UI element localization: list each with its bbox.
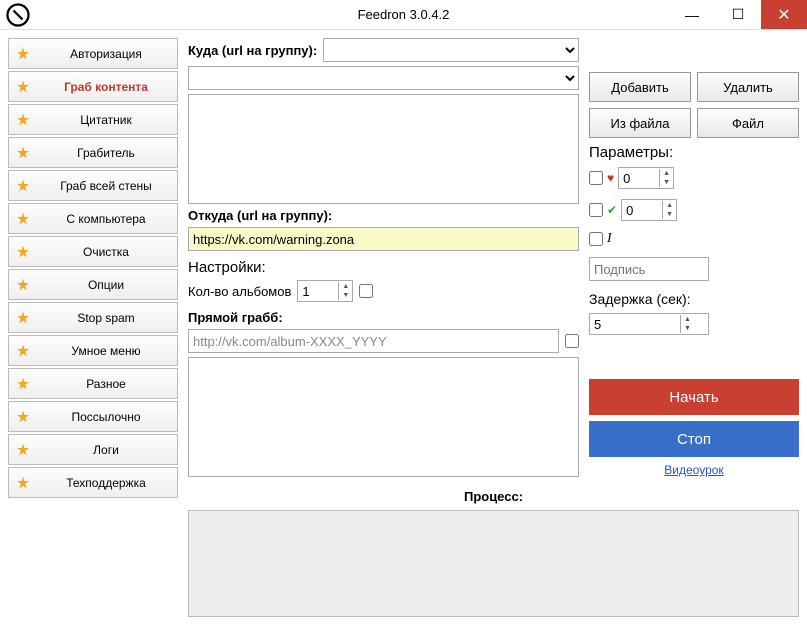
sidebar-item-10[interactable]: Разное: [8, 368, 178, 399]
delete-button[interactable]: Удалить: [697, 72, 799, 102]
sidebar-item-1[interactable]: Граб контента: [8, 71, 178, 102]
maximize-button[interactable]: ☐: [715, 0, 761, 29]
fromfile-button[interactable]: Из файла: [589, 108, 691, 138]
check-value[interactable]: [622, 200, 662, 220]
grab-list[interactable]: [188, 357, 579, 477]
sidebar-item-6[interactable]: Очистка: [8, 236, 178, 267]
delay-value[interactable]: [590, 314, 680, 334]
check-spinner[interactable]: ▲▼: [621, 199, 677, 221]
star-icon: [15, 310, 31, 326]
kuda-select-2[interactable]: [188, 66, 579, 90]
file-button[interactable]: Файл: [697, 108, 799, 138]
add-button[interactable]: Добавить: [589, 72, 691, 102]
italic-icon: I: [607, 231, 612, 247]
sidebar-item-8[interactable]: Stop spam: [8, 302, 178, 333]
direct-grab-label: Прямой грабб:: [188, 310, 579, 325]
italic-checkbox[interactable]: [589, 232, 603, 246]
star-icon: [15, 244, 31, 260]
window-title: Feedron 3.0.4.2: [358, 7, 450, 22]
spinner-up-icon[interactable]: ▲: [681, 315, 694, 324]
direct-grab-checkbox[interactable]: [565, 334, 579, 348]
close-button[interactable]: ✕: [761, 0, 807, 29]
spinner-up-icon[interactable]: ▲: [660, 169, 673, 178]
sidebar-item-label: Опции: [41, 278, 171, 292]
heart-checkbox[interactable]: [589, 171, 603, 185]
star-icon: [15, 343, 31, 359]
spinner-up-icon[interactable]: ▲: [339, 282, 352, 291]
delay-label: Задержка (сек):: [589, 291, 799, 307]
sidebar-item-0[interactable]: Авторизация: [8, 38, 178, 69]
sidebar-item-3[interactable]: Грабитель: [8, 137, 178, 168]
sidebar-item-label: Граб всей стены: [41, 179, 171, 193]
sidebar-item-11[interactable]: Поссылочно: [8, 401, 178, 432]
star-icon: [15, 475, 31, 491]
progress-bar: [188, 510, 799, 617]
kuda-list[interactable]: [188, 94, 579, 204]
sidebar-item-label: Цитатник: [41, 113, 171, 127]
check-icon: ✔: [607, 203, 617, 217]
star-icon: [15, 79, 31, 95]
star-icon: [15, 442, 31, 458]
sidebar-item-label: Логи: [41, 443, 171, 457]
signature-input[interactable]: [589, 257, 709, 281]
star-icon: [15, 211, 31, 227]
direct-grab-input[interactable]: [188, 329, 559, 353]
otkuda-input[interactable]: [188, 227, 579, 251]
kuda-select[interactable]: [323, 38, 579, 62]
albums-value[interactable]: [298, 281, 338, 301]
spinner-down-icon[interactable]: ▼: [681, 324, 694, 333]
app-icon: [6, 3, 30, 27]
kuda-label: Куда (url на группу):: [188, 43, 317, 58]
star-icon: [15, 178, 31, 194]
sidebar-item-label: Авторизация: [41, 47, 171, 61]
check-checkbox[interactable]: [589, 203, 603, 217]
delay-spinner[interactable]: ▲▼: [589, 313, 709, 335]
albums-label: Кол-во альбомов: [188, 284, 291, 299]
heart-icon: ♥: [607, 171, 614, 185]
sidebar-item-9[interactable]: Умное меню: [8, 335, 178, 366]
tutorial-link[interactable]: Видеоурок: [589, 463, 799, 477]
sidebar-item-label: Техподдержка: [41, 476, 171, 490]
star-icon: [15, 46, 31, 62]
heart-value[interactable]: [619, 168, 659, 188]
albums-checkbox[interactable]: [359, 284, 373, 298]
star-icon: [15, 145, 31, 161]
process-label: Процесс:: [464, 489, 523, 504]
sidebar-item-2[interactable]: Цитатник: [8, 104, 178, 135]
otkuda-label: Откуда (url на группу):: [188, 208, 579, 223]
stop-button[interactable]: Стоп: [589, 421, 799, 457]
settings-label: Настройки:: [188, 259, 579, 276]
sidebar-item-12[interactable]: Логи: [8, 434, 178, 465]
sidebar-item-label: Очистка: [41, 245, 171, 259]
sidebar-item-label: С компьютера: [41, 212, 171, 226]
sidebar-item-5[interactable]: С компьютера: [8, 203, 178, 234]
titlebar: Feedron 3.0.4.2 — ☐ ✕: [0, 0, 807, 30]
spinner-down-icon[interactable]: ▼: [660, 178, 673, 187]
sidebar-item-label: Stop spam: [41, 311, 171, 325]
sidebar-item-label: Умное меню: [41, 344, 171, 358]
heart-spinner[interactable]: ▲▼: [618, 167, 674, 189]
start-button[interactable]: Начать: [589, 379, 799, 415]
star-icon: [15, 277, 31, 293]
sidebar: Авторизация Граб контента Цитатник Грабител…: [8, 38, 178, 617]
star-icon: [15, 409, 31, 425]
sidebar-item-label: Разное: [41, 377, 171, 391]
sidebar-item-4[interactable]: Граб всей стены: [8, 170, 178, 201]
star-icon: [15, 376, 31, 392]
minimize-button[interactable]: —: [669, 0, 715, 29]
spinner-up-icon[interactable]: ▲: [663, 201, 676, 210]
spinner-down-icon[interactable]: ▼: [339, 291, 352, 300]
sidebar-item-label: Граб контента: [41, 80, 171, 94]
sidebar-item-label: Грабитель: [41, 146, 171, 160]
sidebar-item-13[interactable]: Техподдержка: [8, 467, 178, 498]
params-label: Параметры:: [589, 144, 799, 161]
spinner-down-icon[interactable]: ▼: [663, 210, 676, 219]
albums-spinner[interactable]: ▲▼: [297, 280, 353, 302]
sidebar-item-7[interactable]: Опции: [8, 269, 178, 300]
star-icon: [15, 112, 31, 128]
sidebar-item-label: Поссылочно: [41, 410, 171, 424]
